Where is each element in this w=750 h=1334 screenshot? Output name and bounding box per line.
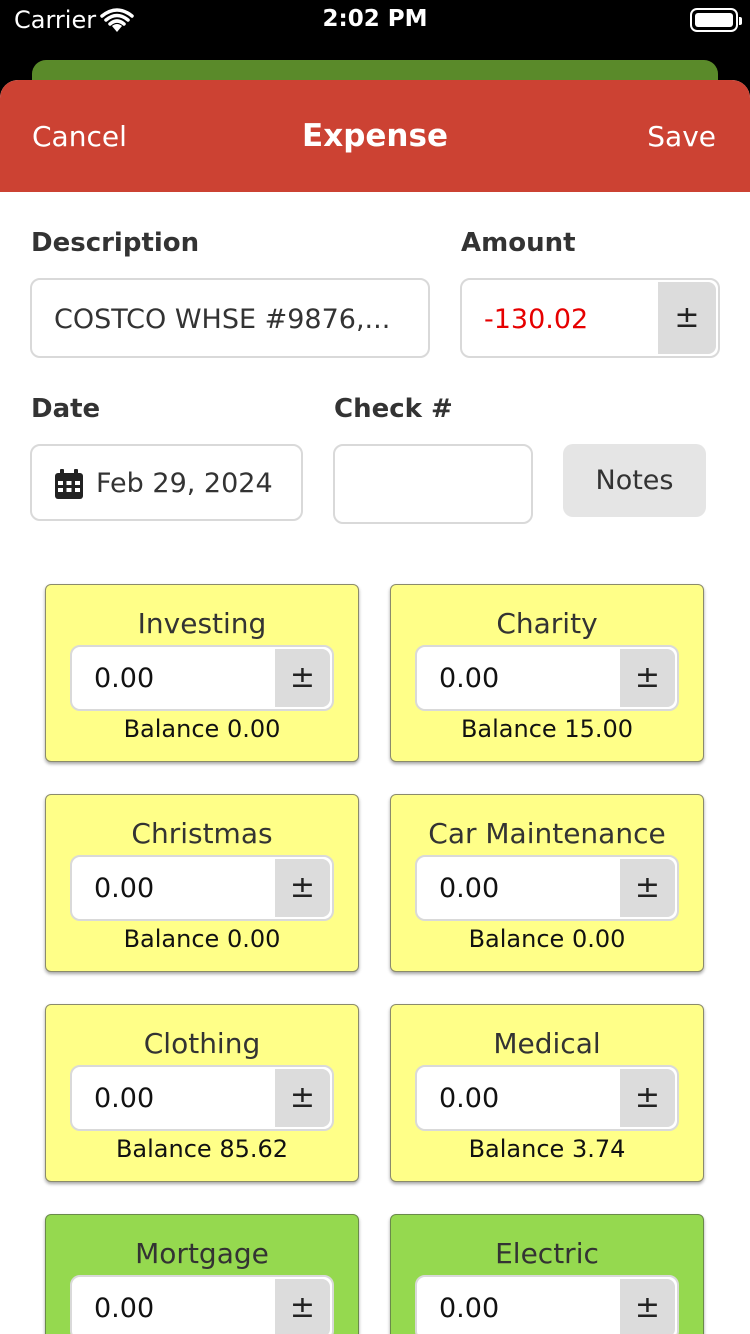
category-amount-field[interactable]: 0.00 ± <box>70 1275 334 1334</box>
date-value: Feb 29, 2024 <box>96 468 273 499</box>
category-amount-field[interactable]: 0.00 ± <box>70 645 334 711</box>
category-card-car-maintenance: Car Maintenance 0.00 ± Balance 0.00 <box>390 794 704 972</box>
description-value: COSTCO WHSE #9876,... <box>54 304 391 335</box>
category-amount-value: 0.00 <box>439 663 500 694</box>
category-plus-minus-button[interactable]: ± <box>620 859 675 917</box>
category-balance: Balance 0.00 <box>468 925 626 953</box>
category-name: Mortgage <box>135 1237 269 1270</box>
notes-button[interactable]: Notes <box>563 444 706 517</box>
category-amount-value: 0.00 <box>439 873 500 904</box>
category-name: Car Maintenance <box>428 817 666 850</box>
category-card-clothing: Clothing 0.00 ± Balance 85.62 <box>45 1004 359 1182</box>
nav-bar: Cancel Expense Save <box>0 80 750 192</box>
category-amount-value: 0.00 <box>94 1083 155 1114</box>
category-name: Electric <box>495 1237 599 1270</box>
category-amount-field[interactable]: 0.00 ± <box>415 1065 679 1131</box>
check-number-field[interactable] <box>333 444 533 524</box>
amount-label: Amount <box>461 228 576 258</box>
category-amount-value: 0.00 <box>94 873 155 904</box>
page-title: Expense <box>302 118 448 154</box>
category-amount-field[interactable]: 0.00 ± <box>415 645 679 711</box>
category-plus-minus-button[interactable]: ± <box>620 1279 675 1334</box>
category-card-charity: Charity 0.00 ± Balance 15.00 <box>390 584 704 762</box>
category-plus-minus-button[interactable]: ± <box>620 1069 675 1127</box>
category-amount-value: 0.00 <box>439 1293 500 1324</box>
date-field[interactable]: Feb 29, 2024 <box>30 444 303 521</box>
category-amount-value: 0.00 <box>94 1293 155 1324</box>
check-number-label: Check # <box>334 394 453 424</box>
category-balance: Balance 0.00 <box>123 715 281 743</box>
category-card-medical: Medical 0.00 ± Balance 3.74 <box>390 1004 704 1182</box>
battery-icon <box>690 8 742 32</box>
category-plus-minus-button[interactable]: ± <box>275 1279 330 1334</box>
category-amount-field[interactable]: 0.00 ± <box>70 1065 334 1131</box>
expense-sheet: Cancel Expense Save Description COSTCO W… <box>0 80 750 1334</box>
category-balance: Balance 3.74 <box>468 1135 626 1163</box>
category-card-mortgage: Mortgage 0.00 ± <box>45 1214 359 1334</box>
category-balance: Balance 15.00 <box>460 715 634 743</box>
category-card-investing: Investing 0.00 ± Balance 0.00 <box>45 584 359 762</box>
category-name: Charity <box>496 607 598 640</box>
description-field[interactable]: COSTCO WHSE #9876,... <box>30 278 430 358</box>
amount-value: -130.02 <box>484 304 589 335</box>
amount-field[interactable]: -130.02 ± <box>460 278 720 358</box>
category-plus-minus-button[interactable]: ± <box>275 649 330 707</box>
status-time: 2:02 PM <box>322 6 428 32</box>
category-amount-value: 0.00 <box>439 1083 500 1114</box>
category-card-electric: Electric 0.00 ± <box>390 1214 704 1334</box>
category-plus-minus-button[interactable]: ± <box>275 859 330 917</box>
category-card-christmas: Christmas 0.00 ± Balance 0.00 <box>45 794 359 972</box>
category-balance: Balance 0.00 <box>123 925 281 953</box>
save-button[interactable]: Save <box>647 120 716 153</box>
date-label: Date <box>31 394 101 424</box>
category-name: Medical <box>493 1027 601 1060</box>
category-balance: Balance 85.62 <box>115 1135 289 1163</box>
category-amount-field[interactable]: 0.00 ± <box>415 855 679 921</box>
category-amount-field[interactable]: 0.00 ± <box>70 855 334 921</box>
calendar-icon <box>55 469 83 499</box>
category-name: Christmas <box>131 817 273 850</box>
description-label: Description <box>31 228 200 258</box>
amount-plus-minus-button[interactable]: ± <box>658 282 716 354</box>
category-name: Clothing <box>143 1027 261 1060</box>
category-name: Investing <box>137 607 267 640</box>
category-plus-minus-button[interactable]: ± <box>620 649 675 707</box>
category-plus-minus-button[interactable]: ± <box>275 1069 330 1127</box>
status-bar: Carrier 2:02 PM <box>0 0 750 42</box>
category-amount-value: 0.00 <box>94 663 155 694</box>
category-amount-field[interactable]: 0.00 ± <box>415 1275 679 1334</box>
